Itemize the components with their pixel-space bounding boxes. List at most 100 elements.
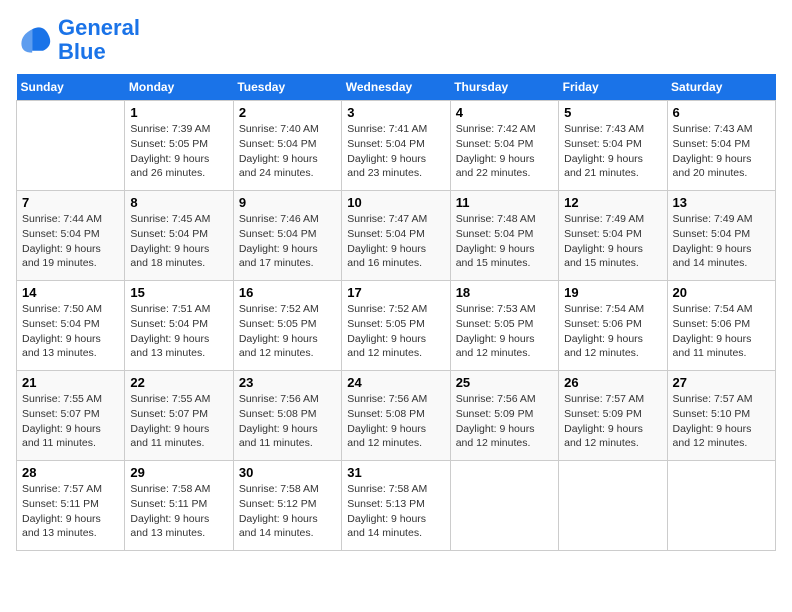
- day-content: Sunrise: 7:41 AMSunset: 5:04 PMDaylight:…: [347, 122, 444, 181]
- weekday-header-thursday: Thursday: [450, 74, 558, 101]
- weekday-header-wednesday: Wednesday: [342, 74, 450, 101]
- calendar-cell: 3 Sunrise: 7:41 AMSunset: 5:04 PMDaylight…: [342, 101, 450, 191]
- day-content: Sunrise: 7:46 AMSunset: 5:04 PMDaylight:…: [239, 212, 336, 271]
- calendar-cell: 13 Sunrise: 7:49 AMSunset: 5:04 PMDayligh…: [667, 191, 775, 281]
- weekday-header-friday: Friday: [559, 74, 667, 101]
- day-number: 3: [347, 105, 444, 120]
- day-number: 11: [456, 195, 553, 210]
- day-content: Sunrise: 7:42 AMSunset: 5:04 PMDaylight:…: [456, 122, 553, 181]
- calendar-cell: 30 Sunrise: 7:58 AMSunset: 5:12 PMDayligh…: [233, 461, 341, 551]
- calendar-week-row: 7Sunrise: 7:44 AMSunset: 5:04 PMDaylight…: [17, 191, 776, 281]
- calendar-cell: 15 Sunrise: 7:51 AMSunset: 5:04 PMDayligh…: [125, 281, 233, 371]
- calendar-cell: [667, 461, 775, 551]
- calendar-cell: 26Sunrise: 7:57 AMSunset: 5:09 PMDayligh…: [559, 371, 667, 461]
- calendar-cell: 20 Sunrise: 7:54 AMSunset: 5:06 PMDayligh…: [667, 281, 775, 371]
- calendar-cell: 5 Sunrise: 7:43 AMSunset: 5:04 PMDaylight…: [559, 101, 667, 191]
- weekday-header-monday: Monday: [125, 74, 233, 101]
- day-content: Sunrise: 7:55 AMSunset: 5:07 PMDaylight:…: [130, 392, 227, 451]
- calendar-week-row: 14Sunrise: 7:50 AMSunset: 5:04 PMDayligh…: [17, 281, 776, 371]
- logo: General Blue: [16, 16, 140, 64]
- day-content: Sunrise: 7:50 AMSunset: 5:04 PMDaylight:…: [22, 302, 119, 361]
- day-content: Sunrise: 7:56 AMSunset: 5:09 PMDaylight:…: [456, 392, 553, 451]
- day-content: Sunrise: 7:43 AMSunset: 5:04 PMDaylight:…: [673, 122, 770, 181]
- day-content: Sunrise: 7:57 AMSunset: 5:11 PMDaylight:…: [22, 482, 119, 541]
- calendar-cell: 14Sunrise: 7:50 AMSunset: 5:04 PMDayligh…: [17, 281, 125, 371]
- day-number: 27: [673, 375, 770, 390]
- day-content: Sunrise: 7:49 AMSunset: 5:04 PMDaylight:…: [673, 212, 770, 271]
- day-number: 6: [673, 105, 770, 120]
- day-content: Sunrise: 7:40 AMSunset: 5:04 PMDaylight:…: [239, 122, 336, 181]
- day-content: Sunrise: 7:58 AMSunset: 5:12 PMDaylight:…: [239, 482, 336, 541]
- day-number: 5: [564, 105, 661, 120]
- calendar-cell: 8 Sunrise: 7:45 AMSunset: 5:04 PMDaylight…: [125, 191, 233, 281]
- calendar-cell: [559, 461, 667, 551]
- day-number: 21: [22, 375, 119, 390]
- calendar-cell: 7Sunrise: 7:44 AMSunset: 5:04 PMDaylight…: [17, 191, 125, 281]
- calendar-cell: 22 Sunrise: 7:55 AMSunset: 5:07 PMDayligh…: [125, 371, 233, 461]
- weekday-header-saturday: Saturday: [667, 74, 775, 101]
- day-number: 13: [673, 195, 770, 210]
- weekday-header-tuesday: Tuesday: [233, 74, 341, 101]
- day-number: 29: [130, 465, 227, 480]
- calendar-cell: 4Sunrise: 7:42 AMSunset: 5:04 PMDaylight…: [450, 101, 558, 191]
- day-number: 2: [239, 105, 336, 120]
- weekday-header-row: SundayMondayTuesdayWednesdayThursdayFrid…: [17, 74, 776, 101]
- calendar-table: SundayMondayTuesdayWednesdayThursdayFrid…: [16, 74, 776, 551]
- day-content: Sunrise: 7:57 AMSunset: 5:10 PMDaylight:…: [673, 392, 770, 451]
- day-content: Sunrise: 7:55 AMSunset: 5:07 PMDaylight:…: [22, 392, 119, 451]
- day-number: 1: [130, 105, 227, 120]
- day-number: 28: [22, 465, 119, 480]
- logo-text: General Blue: [58, 16, 140, 64]
- page-header: General Blue: [16, 16, 776, 64]
- calendar-cell: 23Sunrise: 7:56 AMSunset: 5:08 PMDayligh…: [233, 371, 341, 461]
- day-content: Sunrise: 7:52 AMSunset: 5:05 PMDaylight:…: [347, 302, 444, 361]
- day-number: 31: [347, 465, 444, 480]
- calendar-cell: 19 Sunrise: 7:54 AMSunset: 5:06 PMDayligh…: [559, 281, 667, 371]
- day-number: 24: [347, 375, 444, 390]
- day-number: 15: [130, 285, 227, 300]
- day-content: Sunrise: 7:45 AMSunset: 5:04 PMDaylight:…: [130, 212, 227, 271]
- calendar-cell: 25 Sunrise: 7:56 AMSunset: 5:09 PMDayligh…: [450, 371, 558, 461]
- calendar-week-row: 28 Sunrise: 7:57 AMSunset: 5:11 PMDayligh…: [17, 461, 776, 551]
- calendar-cell: 31 Sunrise: 7:58 AMSunset: 5:13 PMDayligh…: [342, 461, 450, 551]
- day-number: 25: [456, 375, 553, 390]
- calendar-cell: 21 Sunrise: 7:55 AMSunset: 5:07 PMDayligh…: [17, 371, 125, 461]
- day-number: 26: [564, 375, 661, 390]
- calendar-cell: 17 Sunrise: 7:52 AMSunset: 5:05 PMDayligh…: [342, 281, 450, 371]
- day-content: Sunrise: 7:54 AMSunset: 5:06 PMDaylight:…: [673, 302, 770, 361]
- day-content: Sunrise: 7:58 AMSunset: 5:13 PMDaylight:…: [347, 482, 444, 541]
- calendar-cell: [17, 101, 125, 191]
- calendar-cell: 6 Sunrise: 7:43 AMSunset: 5:04 PMDaylight…: [667, 101, 775, 191]
- calendar-week-row: 21 Sunrise: 7:55 AMSunset: 5:07 PMDayligh…: [17, 371, 776, 461]
- day-number: 17: [347, 285, 444, 300]
- day-content: Sunrise: 7:53 AMSunset: 5:05 PMDaylight:…: [456, 302, 553, 361]
- day-content: Sunrise: 7:52 AMSunset: 5:05 PMDaylight:…: [239, 302, 336, 361]
- logo-icon: [16, 22, 52, 58]
- calendar-cell: [450, 461, 558, 551]
- day-number: 22: [130, 375, 227, 390]
- calendar-cell: 2 Sunrise: 7:40 AMSunset: 5:04 PMDaylight…: [233, 101, 341, 191]
- day-content: Sunrise: 7:47 AMSunset: 5:04 PMDaylight:…: [347, 212, 444, 271]
- calendar-cell: 16 Sunrise: 7:52 AMSunset: 5:05 PMDayligh…: [233, 281, 341, 371]
- calendar-cell: 1 Sunrise: 7:39 AMSunset: 5:05 PMDaylight…: [125, 101, 233, 191]
- day-content: Sunrise: 7:49 AMSunset: 5:04 PMDaylight:…: [564, 212, 661, 271]
- calendar-week-row: 1 Sunrise: 7:39 AMSunset: 5:05 PMDaylight…: [17, 101, 776, 191]
- day-number: 18: [456, 285, 553, 300]
- calendar-cell: 18 Sunrise: 7:53 AMSunset: 5:05 PMDayligh…: [450, 281, 558, 371]
- day-number: 30: [239, 465, 336, 480]
- day-content: Sunrise: 7:43 AMSunset: 5:04 PMDaylight:…: [564, 122, 661, 181]
- calendar-cell: 10Sunrise: 7:47 AMSunset: 5:04 PMDayligh…: [342, 191, 450, 281]
- day-number: 8: [130, 195, 227, 210]
- calendar-cell: 11Sunrise: 7:48 AMSunset: 5:04 PMDayligh…: [450, 191, 558, 281]
- day-number: 20: [673, 285, 770, 300]
- day-content: Sunrise: 7:51 AMSunset: 5:04 PMDaylight:…: [130, 302, 227, 361]
- day-number: 16: [239, 285, 336, 300]
- calendar-cell: 29Sunrise: 7:58 AMSunset: 5:11 PMDayligh…: [125, 461, 233, 551]
- day-number: 19: [564, 285, 661, 300]
- day-content: Sunrise: 7:54 AMSunset: 5:06 PMDaylight:…: [564, 302, 661, 361]
- day-content: Sunrise: 7:39 AMSunset: 5:05 PMDaylight:…: [130, 122, 227, 181]
- day-number: 9: [239, 195, 336, 210]
- day-content: Sunrise: 7:56 AMSunset: 5:08 PMDaylight:…: [347, 392, 444, 451]
- calendar-cell: 28 Sunrise: 7:57 AMSunset: 5:11 PMDayligh…: [17, 461, 125, 551]
- calendar-cell: 24 Sunrise: 7:56 AMSunset: 5:08 PMDayligh…: [342, 371, 450, 461]
